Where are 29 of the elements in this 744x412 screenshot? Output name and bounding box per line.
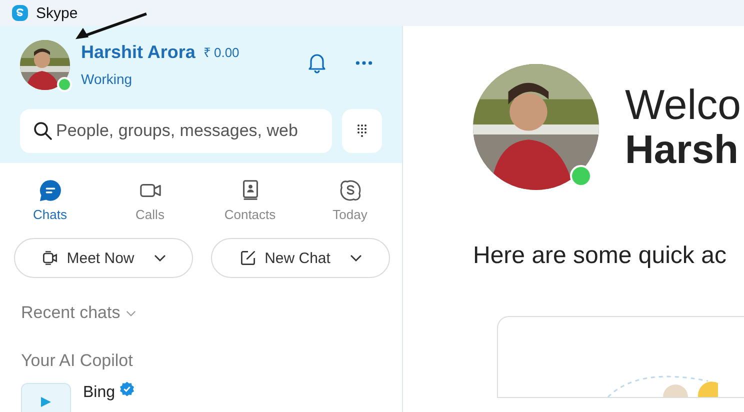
welcome-name: Harsh xyxy=(625,128,740,172)
nav-tab[interactable]: Contacts xyxy=(200,179,300,222)
chat-bubble-icon xyxy=(38,179,62,202)
action-button[interactable]: Meet Now xyxy=(14,238,193,278)
skype-icon xyxy=(338,179,362,202)
welcome-heading: Welco xyxy=(625,82,741,128)
chevron-down-icon xyxy=(154,254,166,262)
section-heading: Your AI Copilot xyxy=(20,350,134,371)
meet-camera-icon xyxy=(40,249,59,267)
credit-balance[interactable]: ₹ 0.00 xyxy=(203,42,240,61)
chevron-down-icon xyxy=(350,254,362,262)
status-text[interactable]: Working xyxy=(81,71,305,87)
chevron-down-icon[interactable] xyxy=(126,310,136,316)
search-icon xyxy=(33,121,53,141)
section-heading[interactable]: Recent chats xyxy=(21,303,120,323)
compose-icon xyxy=(238,249,257,267)
nav-tab[interactable]: Today xyxy=(300,179,400,222)
quick-actions-text: Here are some quick ac xyxy=(473,242,728,270)
action-button[interactable]: New Chat xyxy=(211,238,390,278)
more-icon[interactable] xyxy=(355,60,373,66)
bing-logo-icon[interactable] xyxy=(21,383,71,412)
nav-tab[interactable]: Chats xyxy=(0,179,100,222)
user-name[interactable]: Harshit Arora xyxy=(81,42,196,63)
dialpad-icon xyxy=(357,124,367,138)
nav-tab[interactable]: Calls xyxy=(100,179,200,222)
window-title: Skype xyxy=(36,4,78,22)
chat-name[interactable]: Bing xyxy=(83,383,116,402)
skype-logo-icon xyxy=(12,5,28,21)
search-field[interactable]: People, groups, messages, web xyxy=(20,109,332,153)
